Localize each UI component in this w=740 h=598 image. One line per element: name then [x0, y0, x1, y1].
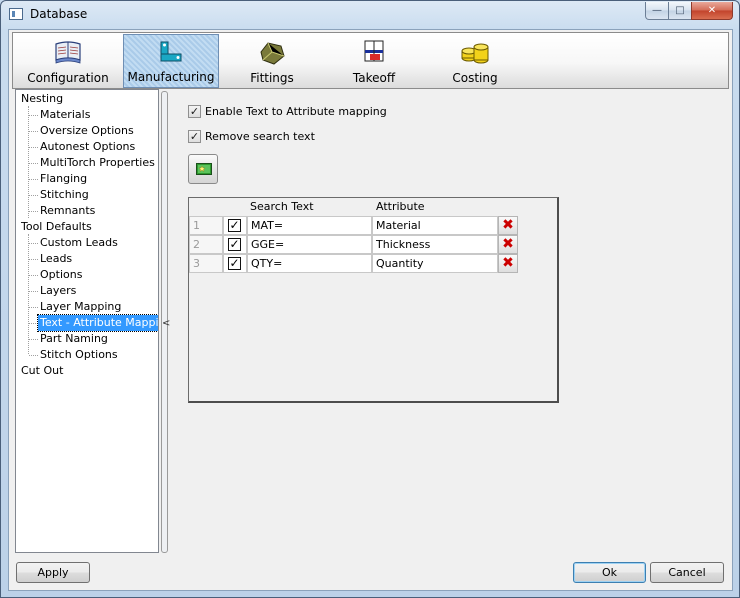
tree-item-text-attribute-mapping[interactable]: Text - Attribute Mapping: [36, 314, 158, 332]
row-number: 1: [189, 216, 223, 235]
tool-label: Configuration: [27, 71, 109, 85]
tree-item-flanging[interactable]: Flanging: [40, 171, 87, 187]
settings-tree[interactable]: Nesting Materials Oversize Options Auton…: [15, 89, 159, 553]
delete-x-icon: ✖: [502, 255, 514, 271]
tree-item-part-naming[interactable]: Part Naming: [40, 331, 108, 347]
tree-item-nesting[interactable]: Nesting: [21, 91, 63, 107]
row-checkbox-cell[interactable]: ✓: [223, 254, 247, 273]
tree-item-autonest-options[interactable]: Autonest Options: [40, 139, 135, 155]
tree-item-layer-mapping[interactable]: Layer Mapping: [40, 299, 121, 315]
add-row-icon: [196, 163, 212, 175]
collapse-arrow-icon[interactable]: <: [162, 318, 170, 329]
search-text-cell[interactable]: MAT=: [247, 216, 372, 235]
search-text-cell[interactable]: QTY=: [247, 254, 372, 273]
tree-item-custom-leads[interactable]: Custom Leads: [40, 235, 118, 251]
search-text-cell[interactable]: GGE=: [247, 235, 372, 254]
tree-item-layers[interactable]: Layers: [40, 283, 76, 299]
tree-item-stitching[interactable]: Stitching: [40, 187, 89, 203]
enable-mapping-checkbox[interactable]: ✓: [188, 105, 201, 118]
table-row[interactable]: 1 ✓ MAT= Material ✖: [189, 216, 519, 235]
tool-label: Manufacturing: [127, 70, 215, 84]
enable-mapping-label[interactable]: Enable Text to Attribute mapping: [205, 105, 387, 118]
delete-row-button[interactable]: ✖: [498, 254, 518, 273]
tool-label: Costing: [452, 71, 498, 85]
row-checkbox[interactable]: ✓: [228, 238, 241, 251]
tool-fittings[interactable]: Fittings: [224, 34, 320, 88]
close-icon: ✕: [707, 5, 717, 16]
table-row[interactable]: 2 ✓ GGE= Thickness ✖: [189, 235, 519, 254]
row-number: 3: [189, 254, 223, 273]
attribute-cell[interactable]: Thickness: [372, 235, 498, 254]
tree-item-multitorch-properties[interactable]: MultiTorch Properties: [40, 155, 155, 171]
tool-manufacturing[interactable]: Manufacturing: [123, 34, 219, 88]
maximize-icon: □: [675, 5, 685, 16]
dialog-client-area: Configuration Manufacturing Fittings Tak…: [8, 29, 733, 591]
tree-item-options[interactable]: Options: [40, 267, 82, 283]
tree-item-cut-out[interactable]: Cut Out: [21, 363, 63, 379]
ok-button[interactable]: Ok: [573, 562, 646, 583]
delete-x-icon: ✖: [502, 236, 514, 252]
title-bar[interactable]: Database — □ ✕: [1, 1, 739, 29]
coins-icon: [461, 43, 489, 64]
add-row-button[interactable]: [188, 154, 218, 184]
configuration-icon: [55, 41, 81, 64]
row-checkbox-cell[interactable]: ✓: [223, 216, 247, 235]
tree-item-tool-defaults[interactable]: Tool Defaults: [21, 219, 92, 235]
tool-takeoff[interactable]: Takeoff: [326, 34, 422, 88]
apply-button[interactable]: Apply: [16, 562, 90, 583]
tree-item-leads[interactable]: Leads: [40, 251, 72, 267]
panel-splitter[interactable]: <: [161, 91, 170, 553]
attribute-cell[interactable]: Quantity: [372, 254, 498, 273]
category-toolbar: Configuration Manufacturing Fittings Tak…: [12, 32, 729, 89]
minimize-button[interactable]: —: [645, 2, 669, 20]
delete-row-button[interactable]: ✖: [498, 216, 518, 235]
row-checkbox[interactable]: ✓: [228, 257, 241, 270]
row-number: 2: [189, 235, 223, 254]
database-window: Database — □ ✕ Configuration Manufacturi…: [0, 0, 740, 598]
close-button[interactable]: ✕: [691, 2, 733, 20]
cancel-button[interactable]: Cancel: [650, 562, 724, 583]
fittings-icon: [260, 42, 285, 65]
mapping-grid[interactable]: Search Text Attribute 1 ✓ MAT= Material …: [188, 197, 559, 403]
tree-item-oversize-options[interactable]: Oversize Options: [40, 123, 134, 139]
delete-x-icon: ✖: [502, 217, 514, 233]
tree-item-remnants[interactable]: Remnants: [40, 203, 95, 219]
app-icon[interactable]: [9, 8, 23, 20]
remove-search-text-label[interactable]: Remove search text: [205, 130, 315, 143]
minimize-icon: —: [652, 5, 662, 16]
row-checkbox[interactable]: ✓: [228, 219, 241, 232]
column-header-attribute[interactable]: Attribute: [376, 200, 425, 214]
table-row[interactable]: 3 ✓ QTY= Quantity ✖: [189, 254, 519, 273]
maximize-button[interactable]: □: [668, 2, 692, 20]
row-checkbox-cell[interactable]: ✓: [223, 235, 247, 254]
tool-label: Fittings: [250, 71, 294, 85]
window-title: Database: [30, 7, 88, 21]
tree-item-stitch-options[interactable]: Stitch Options: [40, 347, 118, 363]
delete-row-button[interactable]: ✖: [498, 235, 518, 254]
remove-search-text-checkbox[interactable]: ✓: [188, 130, 201, 143]
takeoff-icon: [364, 40, 384, 62]
tool-label: Takeoff: [352, 71, 396, 85]
tool-costing[interactable]: Costing: [427, 34, 523, 88]
manufacturing-icon: [160, 41, 182, 62]
column-header-search-text[interactable]: Search Text: [250, 200, 314, 214]
tree-item-materials[interactable]: Materials: [40, 107, 90, 123]
tool-configuration[interactable]: Configuration: [20, 34, 116, 88]
attribute-cell[interactable]: Material: [372, 216, 498, 235]
